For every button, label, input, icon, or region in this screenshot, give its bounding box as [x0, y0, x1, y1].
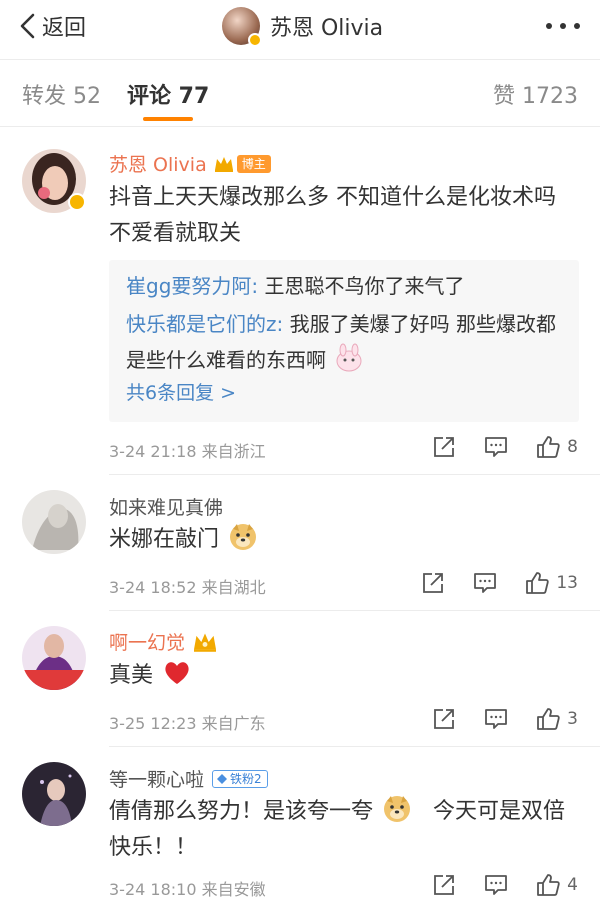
avatar[interactable]: [22, 762, 86, 826]
avatar-image: [22, 762, 86, 826]
header-title: 苏恩 Olivia: [270, 16, 384, 41]
share-button[interactable]: [420, 570, 446, 596]
reply-button[interactable]: [472, 570, 498, 596]
divider: [109, 610, 600, 611]
share-button[interactable]: [431, 872, 457, 898]
fan-level-text: 铁粉2: [230, 771, 262, 786]
avatar[interactable]: [22, 626, 86, 690]
more-dots-icon: [546, 23, 552, 29]
tab-repost[interactable]: 转发 52: [22, 78, 101, 110]
divider: [0, 126, 600, 127]
thumbs-up-icon: [537, 708, 560, 730]
tab-likes[interactable]: 赞 1723: [493, 78, 578, 110]
header-title-group[interactable]: 苏恩 Olivia: [222, 6, 384, 47]
top-bar: 返回 苏恩 Olivia: [0, 0, 600, 52]
comment-username[interactable]: 如来难见真佛: [109, 493, 223, 520]
comment-text: 倩倩那么努力！是该夸一夸 今天可是双倍快乐！！: [109, 794, 579, 866]
like-button[interactable]: 13: [524, 570, 578, 596]
chevron-left-icon: [20, 13, 35, 39]
username-text: 啊一幻觉: [109, 632, 186, 654]
comment-meta: 3-24 18:10 来自安徽: [109, 880, 266, 899]
heart-emoji-icon: [165, 662, 189, 684]
username-text: 苏恩 Olivia: [109, 154, 207, 176]
comment-icon: [485, 437, 508, 457]
reply-line: 崔gg要努力阿: 王思聪不鸟你了来气了: [126, 268, 571, 304]
diamond-icon: [217, 773, 228, 784]
reply-username[interactable]: 快乐都是它们的z:: [126, 312, 283, 336]
comment-username[interactable]: 等一颗心啦 铁粉2: [109, 765, 268, 792]
comment-actions: 8: [431, 434, 578, 460]
share-button[interactable]: [431, 434, 457, 460]
comment-meta: 3-25 12:23 来自广东: [109, 714, 266, 733]
share-icon: [423, 573, 444, 593]
like-button[interactable]: 3: [535, 706, 578, 732]
thumbs-up-icon: [537, 436, 560, 458]
reply-button[interactable]: [483, 872, 509, 898]
comment-text-content: 米娜在敲门: [109, 527, 220, 552]
more-button[interactable]: [546, 23, 580, 29]
comment-actions: 3: [431, 706, 578, 732]
reply-preview-box[interactable]: 崔gg要努力阿: 王思聪不鸟你了来气了 快乐都是它们的z: 我服了美爆了好吗 那…: [109, 260, 579, 422]
comment-icon: [485, 709, 508, 729]
like-count: 8: [567, 437, 578, 457]
comment-text-content: 倩倩那么努力！是该夸一夸: [109, 799, 374, 824]
reply-line: 快乐都是它们的z: 我服了美爆了好吗 那些爆改都是些什么难看的东西啊: [126, 306, 571, 378]
comment-actions: 13: [420, 570, 578, 596]
like-count: 3: [567, 709, 578, 729]
like-count: 13: [556, 573, 578, 593]
comment-text: 抖音上天天爆改那么多 不知道什么是化妆术吗 不爱看就取关: [109, 185, 556, 246]
reply-username[interactable]: 崔gg要努力阿:: [126, 274, 258, 298]
comment-meta: 3-24 18:52 来自湖北: [109, 578, 266, 597]
like-button[interactable]: 8: [535, 434, 578, 460]
back-button[interactable]: 返回: [18, 10, 86, 42]
comment-username[interactable]: 啊一幻觉: [109, 628, 219, 655]
reply-text: 王思聪不鸟你了来气了: [258, 274, 465, 298]
comment-icon: [474, 573, 497, 593]
verified-icon: [248, 33, 262, 47]
thumbs-up-icon: [537, 874, 560, 896]
like-button[interactable]: 4: [535, 872, 578, 898]
share-icon: [434, 709, 455, 729]
fan-level-badge: 铁粉2: [212, 769, 268, 788]
share-icon: [434, 875, 455, 895]
comment-text-content: 真美: [109, 663, 154, 688]
tab-bar: 转发 52 评论 77 赞 1723: [0, 60, 600, 126]
comment-actions: 4: [431, 872, 578, 898]
share-icon: [434, 437, 455, 457]
avatar-image: [22, 490, 86, 554]
reply-button[interactable]: [483, 706, 509, 732]
active-tab-indicator: [143, 117, 193, 121]
back-label: 返回: [42, 16, 87, 41]
like-count: 4: [567, 875, 578, 895]
divider: [109, 746, 600, 747]
comment-text: 米娜在敲门: [109, 522, 579, 558]
doge-emoji-icon: [384, 796, 411, 822]
divider: [109, 474, 600, 475]
tab-comments[interactable]: 评论 77: [127, 78, 209, 110]
crown-icon: [194, 632, 217, 652]
comment-icon: [485, 875, 508, 895]
verified-icon: [68, 193, 86, 211]
crown-icon: [214, 156, 233, 172]
blogger-badge: 博主: [236, 154, 271, 173]
header-avatar: [222, 7, 262, 47]
comment-meta: 3-24 21:18 来自浙江: [109, 442, 266, 461]
thumbs-up-icon: [526, 572, 550, 594]
reply-button[interactable]: [483, 434, 509, 460]
avatar[interactable]: [22, 490, 86, 554]
comment-text: 真美: [109, 658, 579, 694]
username-text: 等一颗心啦: [109, 769, 205, 791]
bunny-emoji-icon: [336, 343, 362, 372]
comment-username[interactable]: 苏恩 Olivia 博主: [109, 150, 271, 177]
avatar-image: [22, 626, 86, 690]
username-text: 如来难见真佛: [109, 497, 224, 519]
doge-emoji-icon: [230, 524, 257, 550]
share-button[interactable]: [431, 706, 457, 732]
view-all-replies-link[interactable]: 共6条回复 >: [126, 378, 236, 405]
